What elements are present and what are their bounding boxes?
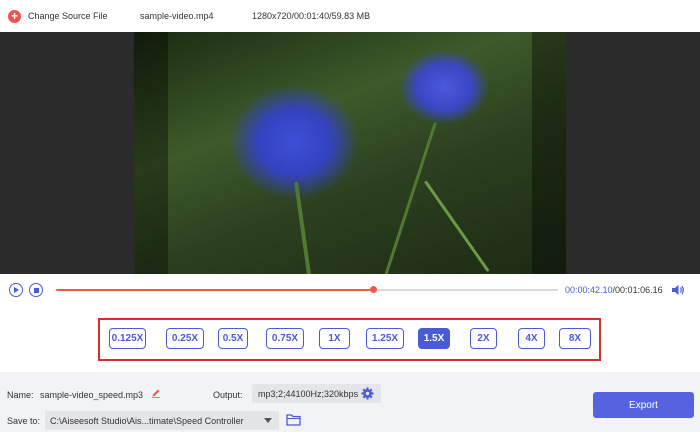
speed-option-2x[interactable]: 2X (470, 328, 497, 349)
progress-track[interactable] (56, 286, 558, 293)
edit-name-icon[interactable] (151, 388, 161, 398)
speed-option-0-5x[interactable]: 0.5X (218, 328, 248, 349)
save-path-select[interactable]: C:\Aiseesoft Studio\Ais...timate\Speed C… (45, 411, 279, 430)
change-source-label: Change Source File (28, 11, 108, 21)
output-name-value: sample-video_speed.mp3 (40, 390, 144, 400)
name-label: Name: (7, 390, 34, 400)
flower-stem (384, 122, 437, 274)
top-bar: + Change Source File sample-video.mp4 12… (0, 0, 700, 32)
play-button[interactable] (9, 283, 23, 297)
speed-option-0-75x[interactable]: 0.75X (266, 328, 304, 349)
add-icon: + (8, 9, 21, 23)
play-icon (14, 287, 19, 293)
speed-option-1-5x[interactable]: 1.5X (418, 328, 450, 349)
progress-thumb[interactable] (370, 286, 378, 293)
playback-controls: 00:00:42.10/00:01:06.16 (0, 274, 700, 308)
video-frame (134, 32, 566, 274)
leaf (424, 180, 490, 273)
video-frame-edge-left (134, 32, 168, 274)
total-time: /00:01:06.16 (612, 285, 663, 295)
speed-option-4x[interactable]: 4X (518, 328, 545, 349)
speed-option-0-25x[interactable]: 0.25X (166, 328, 204, 349)
stop-icon (33, 287, 39, 293)
change-source-button[interactable]: + Change Source File (8, 9, 108, 23)
speed-option-8x[interactable]: 8X (559, 328, 591, 349)
progress-fill (56, 289, 374, 291)
output-format-value: mp3;2;44100Hz;320kbps (258, 389, 359, 399)
save-to-label: Save to: (7, 416, 41, 426)
export-button[interactable]: Export (593, 392, 694, 418)
speed-option-0-125x[interactable]: 0.125X (109, 328, 146, 349)
current-time: 00:00:42.10 (565, 285, 613, 295)
folder-icon[interactable] (286, 413, 301, 426)
source-file-info: 1280x720/00:01:40/59.83 MB (252, 11, 371, 21)
time-display: 00:00:42.10/00:01:06.16 (565, 285, 663, 295)
volume-icon[interactable] (671, 284, 685, 296)
speed-option-1x[interactable]: 1X (319, 328, 350, 349)
stop-button[interactable] (29, 283, 43, 297)
video-frame-edge-right (532, 32, 566, 274)
output-label: Output: (213, 390, 243, 400)
save-path-dropdown[interactable] (256, 411, 279, 430)
video-preview (0, 32, 700, 274)
speed-option-1-25x[interactable]: 1.25X (366, 328, 404, 349)
chevron-down-icon (263, 418, 272, 423)
speed-options: 0.125X 0.25X 0.5X 0.75X 1X 1.25X 1.5X 2X 4X 8X (109, 328, 594, 350)
save-path-value: C:\Aiseesoft Studio\Ais...timate\Speed C… (50, 416, 244, 426)
flower-stem (294, 181, 312, 274)
source-filename: sample-video.mp4 (140, 11, 214, 21)
gear-icon[interactable] (361, 387, 374, 400)
